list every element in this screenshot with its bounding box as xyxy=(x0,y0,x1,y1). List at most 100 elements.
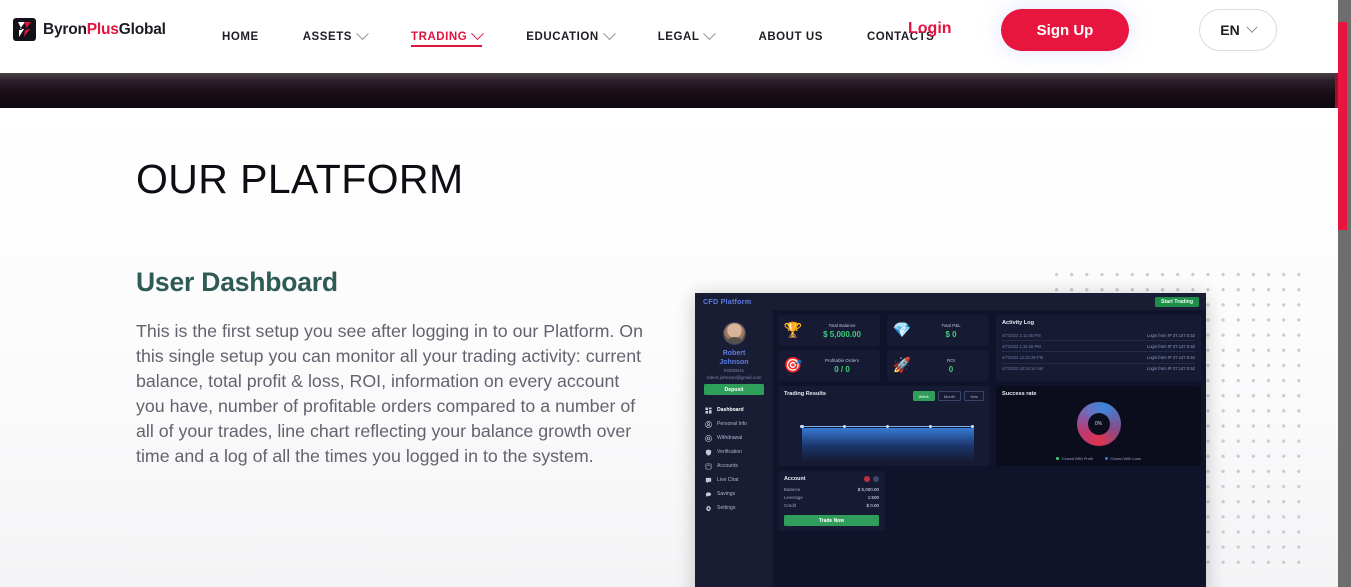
nav-label: EDUCATION xyxy=(526,30,599,43)
main-navigation: HOME ASSETS TRADING EDUCATION LEGAL ABOU… xyxy=(200,0,956,73)
range-button-week[interactable]: Week xyxy=(912,391,935,401)
dashboard-sidebar-menu: Dashboard Personal Info Withdrawal Verif… xyxy=(695,403,773,515)
sidebar-item-live-chat[interactable]: Live Chat xyxy=(695,473,773,487)
activity-log-row: 4/7/2022 10:34:14 AM Login from IP 37.14… xyxy=(1002,364,1195,374)
activity-log-text: Login from IP 37.147.0.52 xyxy=(1146,343,1195,349)
stat-card-total-pl: 💎 Total P&L $ 0 xyxy=(887,315,989,346)
activity-log-row: 4/7/2022 1:34:28 PM Login from IP 37.147… xyxy=(1002,341,1195,353)
sidebar-item-label: Dashboard xyxy=(717,407,744,413)
trade-now-button[interactable]: Trade Now xyxy=(784,515,879,526)
chart-range-toggle: Week Month Year xyxy=(912,391,984,401)
stat-label: Total Balance xyxy=(828,322,856,328)
dashboard-main-area: 🏆 Total Balance $ 5,000.00 💎 Total P&L $… xyxy=(773,310,1206,587)
nav-item-trading[interactable]: TRADING xyxy=(389,0,504,73)
page-title: OUR PLATFORM xyxy=(136,156,464,202)
account-flag-icon xyxy=(864,476,870,482)
legend-label: Closed With Loss xyxy=(1110,456,1141,461)
sidebar-item-dashboard[interactable]: Dashboard xyxy=(695,403,773,417)
language-selector[interactable]: EN xyxy=(1199,9,1277,51)
user-name: Robert Johnson xyxy=(695,350,773,367)
section-title: User Dashboard xyxy=(136,267,338,297)
login-link[interactable]: Login xyxy=(908,20,952,38)
sidebar-item-label: Personal Info xyxy=(717,421,748,427)
legend-item-profit: Closed With Profit xyxy=(1056,456,1093,461)
account-row-key: Balance xyxy=(784,486,801,492)
activity-log-row: 4/7/2022 2:11:45 PM Login from IP 37.147… xyxy=(1002,330,1195,342)
sidebar-item-accounts[interactable]: Accounts xyxy=(695,459,773,473)
dashboard-topbar: CFD Platform Start Trading xyxy=(695,293,1206,310)
chart-area-fill xyxy=(802,428,974,461)
account-card-header: Account xyxy=(784,476,879,482)
stat-value: $ 0 xyxy=(945,329,957,339)
activity-log-row: 4/7/2022 12:31:29 PM Login from IP 37.14… xyxy=(1002,352,1195,364)
dashboard-sidebar: Robert Johnson #2000041 robert.johnson@g… xyxy=(695,310,773,587)
rocket-icon: 🚀 xyxy=(892,357,912,374)
hero-dark-band xyxy=(0,73,1338,108)
range-button-month[interactable]: Month xyxy=(937,391,961,401)
donut-percent-label: 0% xyxy=(1094,421,1103,427)
nav-item-education[interactable]: EDUCATION xyxy=(504,0,635,73)
main-content: OUR PLATFORM User Dashboard This is the … xyxy=(0,108,1338,587)
site-header: ByronPlusGlobal HOME ASSETS TRADING EDUC… xyxy=(0,0,1338,73)
nav-item-home[interactable]: HOME xyxy=(200,0,281,73)
success-rate-title: Success rate xyxy=(1002,391,1037,397)
deposit-button[interactable]: Deposit xyxy=(704,384,764,395)
sidebar-item-settings[interactable]: Settings xyxy=(695,501,773,515)
dashboard-title: CFD Platform xyxy=(703,297,752,306)
site-logo[interactable]: ByronPlusGlobal xyxy=(13,18,166,41)
account-badges xyxy=(864,476,879,482)
success-rate-card: Success rate 0% Closed With Profit Close… xyxy=(996,386,1201,466)
logo-text-part1: Byron xyxy=(43,20,87,38)
account-title: Account xyxy=(784,476,806,482)
gear-icon xyxy=(705,505,712,512)
page-scrollbar-thumb[interactable] xyxy=(1338,22,1347,230)
account-row-leverage: Leverage 1:500 xyxy=(784,493,879,501)
balance-area-chart xyxy=(800,424,975,461)
sidebar-item-label: Savings xyxy=(717,491,736,497)
donut-legend: Closed With Profit Closed With Loss xyxy=(996,456,1201,461)
activity-log-text: Login from IP 37.147.0.52 xyxy=(1146,332,1195,338)
page-scrollbar-track[interactable] xyxy=(1338,0,1351,587)
trophy-icon: 🏆 xyxy=(783,322,803,339)
sidebar-item-savings[interactable]: Savings xyxy=(695,487,773,501)
chevron-down-icon xyxy=(471,27,485,41)
account-info-icon xyxy=(873,476,879,482)
success-rate-donut-chart: 0% xyxy=(1076,402,1121,446)
nav-label: ABOUT US xyxy=(758,30,823,43)
sidebar-item-label: Accounts xyxy=(717,463,738,469)
dashboard-preview-image: CFD Platform Start Trading Robert Johnso… xyxy=(695,293,1206,587)
nav-label: TRADING xyxy=(411,30,468,43)
sign-up-button[interactable]: Sign Up xyxy=(1001,9,1129,51)
account-row-value: $ 5,000.00 xyxy=(857,486,879,492)
account-row-value: 1:500 xyxy=(867,494,879,500)
legend-label: Closed With Profit xyxy=(1061,456,1093,461)
legend-swatch xyxy=(1056,457,1060,460)
range-button-year[interactable]: Year xyxy=(963,391,984,401)
nav-item-about-us[interactable]: ABOUT US xyxy=(736,0,844,73)
activity-log-text: Login from IP 37.147.0.52 xyxy=(1146,366,1195,372)
site-logo-text: ByronPlusGlobal xyxy=(43,21,166,39)
activity-log-title: Activity Log xyxy=(1002,320,1035,326)
nav-item-assets[interactable]: ASSETS xyxy=(281,0,389,73)
user-icon xyxy=(705,420,712,428)
nav-active-underline xyxy=(411,45,483,47)
user-name-line2: Johnson xyxy=(719,358,749,366)
sidebar-item-label: Verification xyxy=(717,449,742,455)
coin-icon xyxy=(705,434,712,442)
stat-value: 0 xyxy=(948,364,954,374)
shield-icon xyxy=(705,448,712,456)
stat-value: $ 5,000.00 xyxy=(823,329,861,339)
section-body-text: This is the first setup you see after lo… xyxy=(136,321,644,466)
user-name-line1: Robert xyxy=(722,350,746,357)
activity-log-date: 4/7/2022 12:31:29 PM xyxy=(1002,354,1044,360)
activity-log-date: 4/7/2022 2:11:45 PM xyxy=(1002,332,1041,338)
sidebar-item-withdrawal[interactable]: Withdrawal xyxy=(695,431,773,445)
trading-results-card: Trading Results Week Month Year xyxy=(778,386,990,466)
start-trading-button[interactable]: Start Trading xyxy=(1155,296,1199,307)
byron-logo-mark-icon xyxy=(13,18,36,41)
sidebar-item-label: Live Chat xyxy=(717,477,739,483)
chat-icon xyxy=(705,477,712,484)
sidebar-item-personal-info[interactable]: Personal Info xyxy=(695,417,773,431)
sidebar-item-verification[interactable]: Verification xyxy=(695,445,773,459)
nav-item-legal[interactable]: LEGAL xyxy=(636,0,737,73)
